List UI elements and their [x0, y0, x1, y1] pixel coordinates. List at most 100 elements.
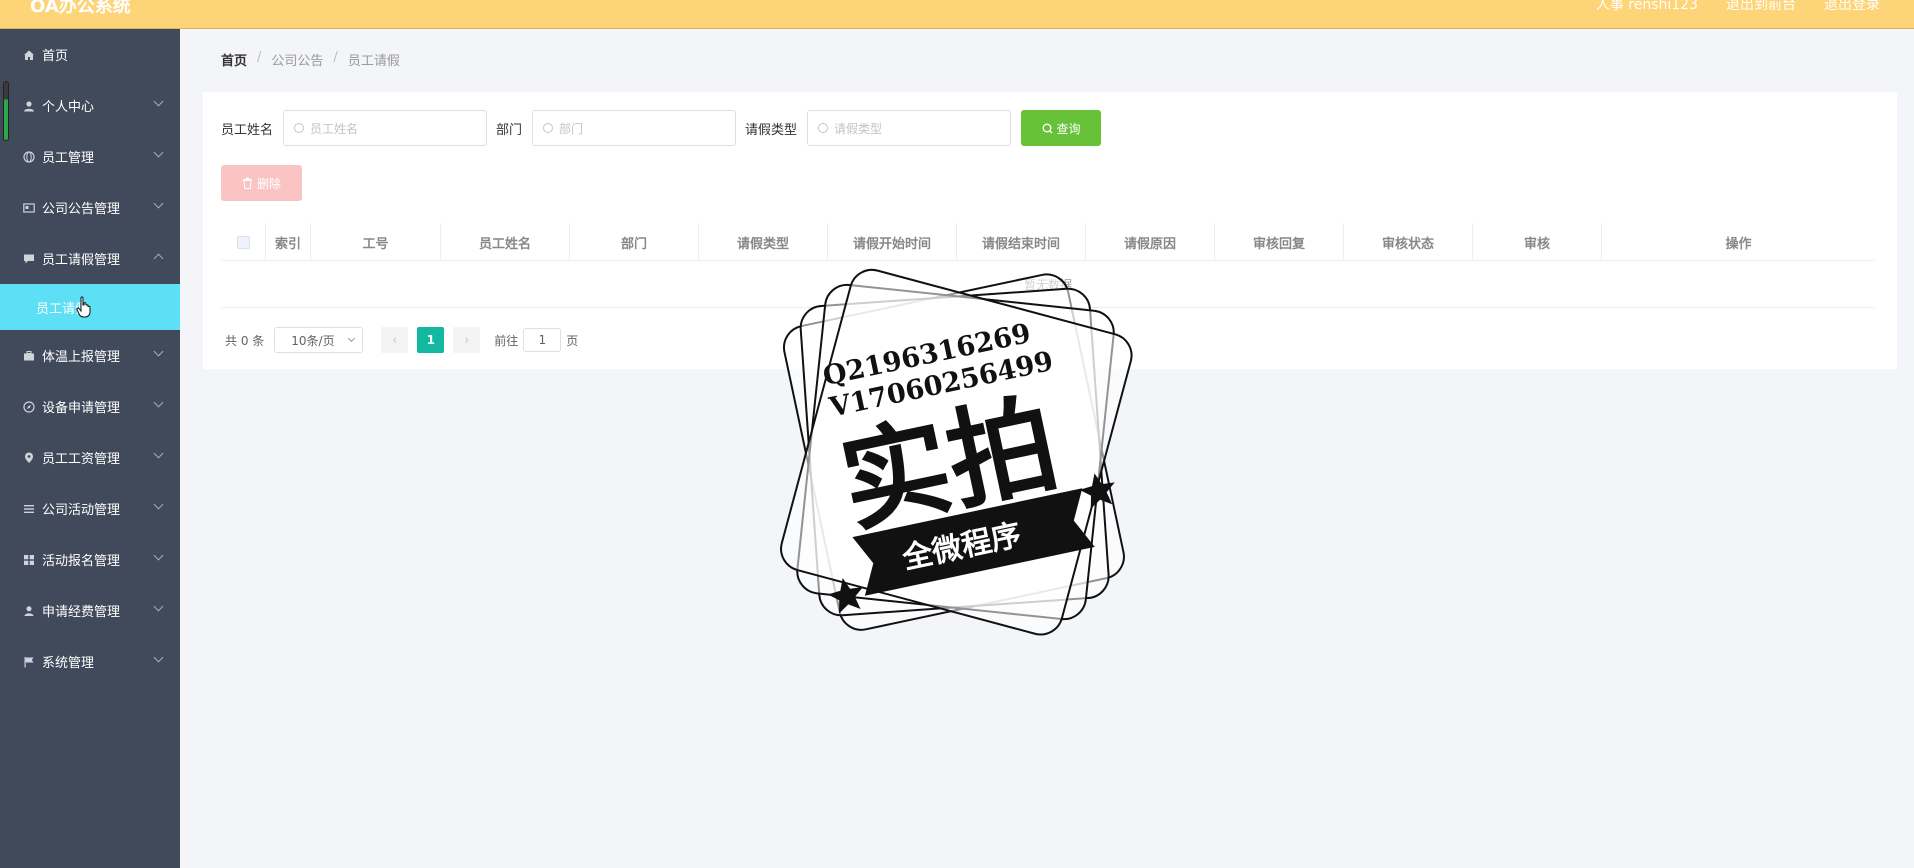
search-icon	[1042, 123, 1052, 133]
employee-name-label: 员工姓名	[221, 122, 274, 138]
chevron-down-icon	[153, 550, 164, 561]
sidebar-item-label: 设备申请管理	[42, 401, 121, 416]
column-header: 员工姓名	[441, 223, 570, 261]
sidebar-item-home[interactable]: 首页	[0, 29, 180, 80]
goto-page-input[interactable]: 1	[523, 328, 562, 352]
chevron-down-icon	[153, 652, 164, 663]
sidebar-item-announcement-management[interactable]: 公司公告管理	[0, 182, 180, 233]
delete-button-label: 删除	[256, 176, 281, 191]
select-all-checkbox[interactable]	[236, 235, 250, 249]
sidebar-item-label: 申请经费管理	[42, 605, 121, 620]
department-label: 部门	[496, 122, 523, 138]
sidebar-item-employee-management[interactable]: 员工管理	[0, 131, 180, 182]
query-button[interactable]: 查询	[1021, 110, 1102, 146]
sidebar-item-system-management[interactable]: 系统管理	[0, 636, 180, 687]
user-icon	[22, 99, 36, 113]
sidebar-item-personal-center[interactable]: 个人中心	[0, 80, 180, 131]
sidebar-item-registration-management[interactable]: 活动报名管理	[0, 534, 180, 585]
app-logo: OA办公系统	[30, 0, 131, 17]
trash-icon	[242, 177, 252, 189]
chevron-up-icon	[153, 253, 164, 264]
top-bar: OA办公系统 人事 renshi123 退出到前台 退出登录	[0, 0, 1914, 29]
search-form: 员工姓名 员工姓名 部门 部门 请假类型 请假类型 查询	[221, 110, 1102, 146]
prev-page-button[interactable]: ‹	[381, 327, 409, 353]
sidebar-item-label: 活动报名管理	[42, 554, 121, 569]
sidebar-item-activity-management[interactable]: 公司活动管理	[0, 483, 180, 534]
column-header: 审核回复	[1215, 223, 1344, 261]
sidebar-item-salary-management[interactable]: 员工工资管理	[0, 432, 180, 483]
total-count: 共 0 条	[225, 333, 265, 348]
grid-icon	[22, 553, 36, 567]
globe-icon	[22, 150, 36, 164]
department-input[interactable]: 部门	[532, 110, 737, 146]
leave-type-placeholder: 请假类型	[834, 121, 883, 136]
breadcrumb: 首页 / 公司公告 / 员工请假	[221, 50, 400, 69]
flag-icon	[22, 655, 36, 669]
column-header: 审核状态	[1344, 223, 1473, 261]
search-icon	[818, 123, 829, 133]
chevron-left-icon: ‹	[392, 333, 398, 347]
goto-prefix: 前往	[494, 333, 519, 348]
department-placeholder: 部门	[559, 121, 584, 136]
list-icon	[22, 502, 36, 516]
compass-icon	[22, 400, 36, 414]
page-number-current[interactable]: 1	[417, 327, 445, 353]
chevron-down-icon	[153, 198, 164, 209]
goto-page-value: 1	[538, 333, 547, 347]
breadcrumb-announcement[interactable]: 公司公告	[271, 50, 323, 69]
goto-suffix: 页	[566, 333, 579, 348]
sidebar-item-label: 公司活动管理	[42, 503, 121, 518]
sidebar-item-equipment-management[interactable]: 设备申请管理	[0, 381, 180, 432]
page-size-select[interactable]: 10条/页	[274, 327, 364, 353]
pagination: 共 0 条 10条/页 ‹ 1 › 前往 1 页	[225, 327, 578, 353]
hand-cursor-icon	[76, 296, 91, 318]
chat-icon	[22, 252, 36, 266]
leave-type-input[interactable]: 请假类型	[807, 110, 1012, 146]
person-icon	[22, 604, 36, 618]
sidebar-item-label: 员工工资管理	[42, 452, 121, 467]
column-header: 索引	[266, 223, 311, 261]
chevron-down-icon	[153, 96, 164, 107]
next-page-button[interactable]: ›	[453, 327, 481, 353]
employee-name-input[interactable]: 员工姓名	[283, 110, 488, 146]
sidebar-item-label: 首页	[42, 49, 69, 64]
breadcrumb-home[interactable]: 首页	[221, 50, 247, 69]
briefcase-icon	[22, 349, 36, 363]
current-user: 人事 renshi123	[1595, 0, 1698, 13]
sidebar-item-label: 员工请假管理	[42, 253, 121, 268]
page-size-value: 10条/页	[291, 333, 335, 348]
employee-name-placeholder: 员工姓名	[310, 121, 359, 136]
sidebar-item-label: 个人中心	[42, 100, 95, 115]
leave-type-label: 请假类型	[745, 122, 798, 138]
sidebar: 首页 个人中心 员工管理 公司公告管理 员工请假管理 员工请假 体温上报管理 设…	[0, 29, 180, 868]
column-header: 审核	[1473, 223, 1602, 261]
breadcrumb-separator: /	[257, 50, 262, 65]
chevron-down-icon	[348, 334, 356, 343]
sidebar-item-leave-management[interactable]: 员工请假管理	[0, 233, 180, 284]
sidebar-subitem-employee-leave[interactable]: 员工请假	[0, 284, 180, 330]
sidebar-item-label: 员工管理	[42, 151, 95, 166]
watermark-stamp: Q2196316269 V17060256499 实拍 全微程序	[780, 268, 1133, 636]
location-icon	[22, 451, 36, 465]
breadcrumb-current: 员工请假	[347, 54, 400, 69]
breadcrumb-separator: /	[333, 50, 338, 65]
sidebar-item-label: 公司公告管理	[42, 202, 121, 217]
sidebar-item-label: 体温上报管理	[42, 350, 121, 365]
column-header: 工号	[311, 223, 441, 261]
column-header: 操作	[1725, 236, 1752, 252]
to-frontend-link[interactable]: 退出到前台	[1726, 0, 1796, 14]
column-header: 部门	[570, 223, 699, 261]
sidebar-item-temperature-management[interactable]: 体温上报管理	[0, 330, 180, 381]
select-all-cell	[221, 223, 266, 261]
search-icon	[294, 123, 305, 133]
chevron-right-icon: ›	[464, 333, 470, 347]
query-button-label: 查询	[1056, 121, 1081, 136]
topbar-actions: 人事 renshi123 退出到前台 退出登录	[1596, 0, 1880, 14]
chevron-down-icon	[153, 601, 164, 612]
chevron-down-icon	[153, 448, 164, 459]
delete-button[interactable]: 删除	[221, 165, 302, 201]
sidebar-item-funding-management[interactable]: 申请经费管理	[0, 585, 180, 636]
chevron-down-icon	[153, 147, 164, 158]
logout-link[interactable]: 退出登录	[1824, 0, 1880, 14]
home-icon	[22, 48, 36, 62]
